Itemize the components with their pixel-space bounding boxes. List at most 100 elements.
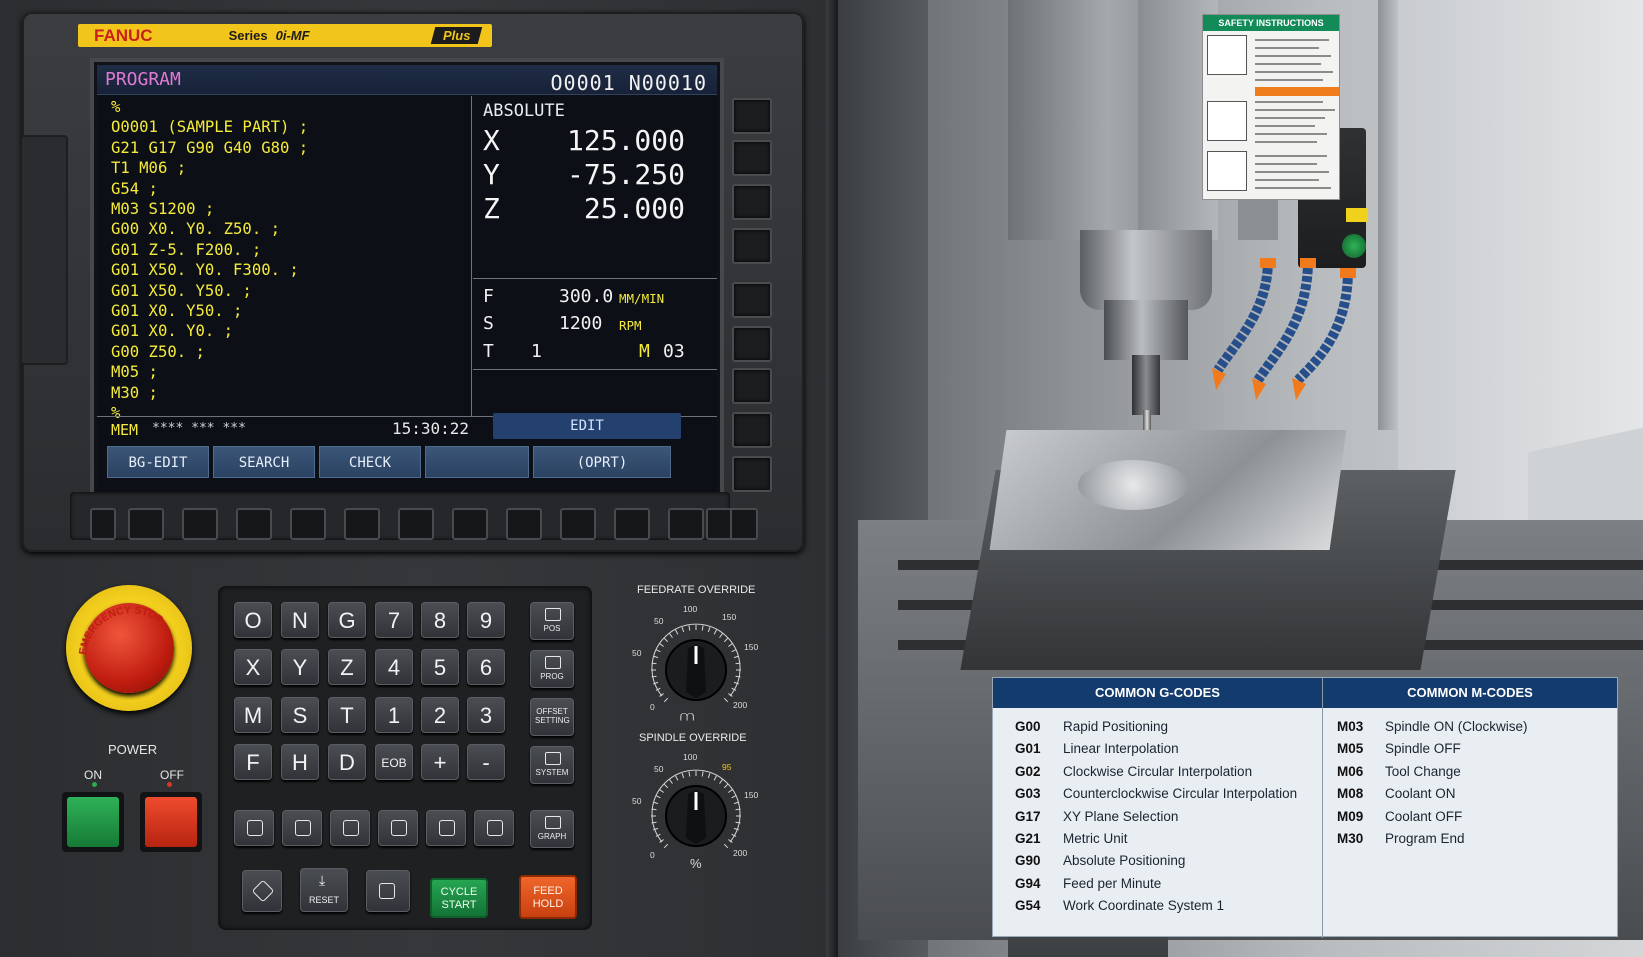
code-line[interactable]: G01 X0. Y50. ; (111, 301, 308, 321)
horizontal-softkey[interactable] (128, 508, 164, 540)
code-line[interactable]: M05 ; (111, 362, 308, 382)
softkey-blank[interactable] (425, 446, 529, 478)
key-d[interactable]: D (328, 744, 366, 780)
code-line[interactable]: T1 M06 ; (111, 158, 308, 178)
dial-tick (663, 637, 669, 643)
m-code-description: Tool Change (1385, 763, 1461, 779)
key-o[interactable]: O (234, 602, 272, 638)
vertical-softkey-6[interactable] (732, 326, 772, 362)
page-key[interactable] (366, 870, 410, 912)
vertical-softkey-3[interactable] (732, 184, 772, 220)
key-g[interactable]: G (328, 602, 366, 638)
softkey-operation[interactable]: (OPRT) (533, 446, 671, 478)
softkey-bg-edit[interactable]: BG-EDIT (107, 446, 209, 478)
shift-key[interactable] (234, 810, 274, 846)
input-key[interactable] (474, 810, 514, 846)
pos-key[interactable]: POS (530, 602, 574, 640)
dial-tick (669, 779, 673, 784)
softkey-search[interactable]: SEARCH (213, 446, 315, 478)
key-h[interactable]: H (281, 744, 319, 780)
key-x[interactable]: X (234, 649, 272, 685)
vertical-softkey-5[interactable] (732, 282, 772, 318)
program-code[interactable]: % O0001 (SAMPLE PART) ; G21 G17 G90 G40 G8… (111, 97, 308, 424)
key-plus[interactable]: + (421, 744, 459, 780)
code-line[interactable]: G01 X50. Y50. ; (111, 281, 308, 301)
horizontal-softkey[interactable] (236, 508, 272, 540)
help-key[interactable] (242, 870, 282, 912)
feed-value: 300.0 (559, 286, 614, 307)
cancel-key[interactable] (426, 810, 466, 846)
key-1[interactable]: 1 (375, 697, 413, 733)
insert-key[interactable] (282, 810, 322, 846)
key-n[interactable]: N (281, 602, 319, 638)
code-line[interactable]: G00 X0. Y0. Z50. ; (111, 219, 308, 239)
code-line[interactable]: M30 ; (111, 383, 308, 403)
vertical-softkey-2[interactable] (732, 140, 772, 176)
vertical-softkey-8[interactable] (732, 412, 772, 448)
code-line[interactable]: G01 X0. Y0. ; (111, 321, 308, 341)
code-line[interactable]: G21 G17 G90 G40 G80 ; (111, 138, 308, 158)
cycle-start-button[interactable]: CYCLE START (430, 878, 488, 918)
reset-key[interactable]: ⤓ RESET (300, 868, 348, 912)
code-line[interactable]: G01 Z-5. F200. ; (111, 240, 308, 260)
graph-key[interactable]: GRAPH (530, 810, 574, 848)
key-s[interactable]: S (281, 697, 319, 733)
horizontal-softkey[interactable] (614, 508, 650, 540)
vertical-softkey-4[interactable] (732, 228, 772, 264)
power-off-button[interactable] (140, 792, 202, 852)
vertical-softkey-1[interactable] (732, 98, 772, 134)
system-key[interactable]: SYSTEM (530, 746, 574, 784)
status-bar: MEM **** *** *** 15:30:22 EDIT (97, 413, 717, 440)
softkey-page-arrow[interactable] (90, 508, 116, 540)
safety-text-line (1255, 47, 1319, 49)
vertical-softkey-7[interactable] (732, 368, 772, 404)
brand-maker: FANUC (94, 26, 153, 45)
feed-tick: 150 (744, 642, 759, 652)
code-line[interactable]: G54 ; (111, 179, 308, 199)
dial-tick (707, 773, 711, 779)
power-on-button[interactable] (62, 792, 124, 852)
softkey-page-arrow[interactable] (706, 508, 732, 540)
key-7[interactable]: 7 (375, 602, 413, 638)
horizontal-softkey[interactable] (668, 508, 704, 540)
code-line[interactable]: G01 X50. Y0. F300. ; (111, 260, 308, 280)
g-code-description: XY Plane Selection (1063, 808, 1179, 824)
softkey-check[interactable]: CHECK (319, 446, 421, 478)
key-m[interactable]: M (234, 697, 272, 733)
offset-setting-key[interactable]: OFFSET SETTING (530, 698, 574, 736)
horizontal-softkey[interactable] (560, 508, 596, 540)
code-line[interactable]: O0001 (SAMPLE PART) ; (111, 117, 308, 137)
key-9[interactable]: 9 (467, 602, 505, 638)
vertical-softkey-9[interactable] (732, 456, 772, 492)
key-f[interactable]: F (234, 744, 272, 780)
horizontal-softkey[interactable] (452, 508, 488, 540)
feed-hold-button[interactable]: FEED HOLD (519, 875, 577, 919)
key-minus[interactable]: - (467, 744, 505, 780)
code-line[interactable]: % (111, 97, 308, 117)
alter-key[interactable] (330, 810, 370, 846)
key-5[interactable]: 5 (421, 649, 459, 685)
g-code: G90 (1015, 853, 1041, 869)
prog-key[interactable]: PROG (530, 650, 574, 688)
key-2[interactable]: 2 (421, 697, 459, 733)
key-4[interactable]: 4 (375, 649, 413, 685)
key-z[interactable]: Z (328, 649, 366, 685)
safety-text-line (1255, 55, 1331, 57)
horizontal-softkey[interactable] (182, 508, 218, 540)
delete-key[interactable] (378, 810, 418, 846)
key-y[interactable]: Y (281, 649, 319, 685)
g-code-description: Work Coordinate System 1 (1063, 898, 1225, 914)
key-3[interactable]: 3 (467, 697, 505, 733)
horizontal-softkey[interactable] (290, 508, 326, 540)
code-line[interactable]: G00 Z50. ; (111, 342, 308, 362)
screen-mode-title: PROGRAM (105, 69, 181, 90)
key-8[interactable]: 8 (421, 602, 459, 638)
horizontal-softkey[interactable] (398, 508, 434, 540)
horizontal-softkey[interactable] (344, 508, 380, 540)
key-6[interactable]: 6 (467, 649, 505, 685)
code-line[interactable]: M03 S1200 ; (111, 199, 308, 219)
horizontal-softkey[interactable] (506, 508, 542, 540)
key-t[interactable]: T (328, 697, 366, 733)
key-eob[interactable]: EOB (375, 744, 413, 780)
position-icon (545, 608, 561, 621)
